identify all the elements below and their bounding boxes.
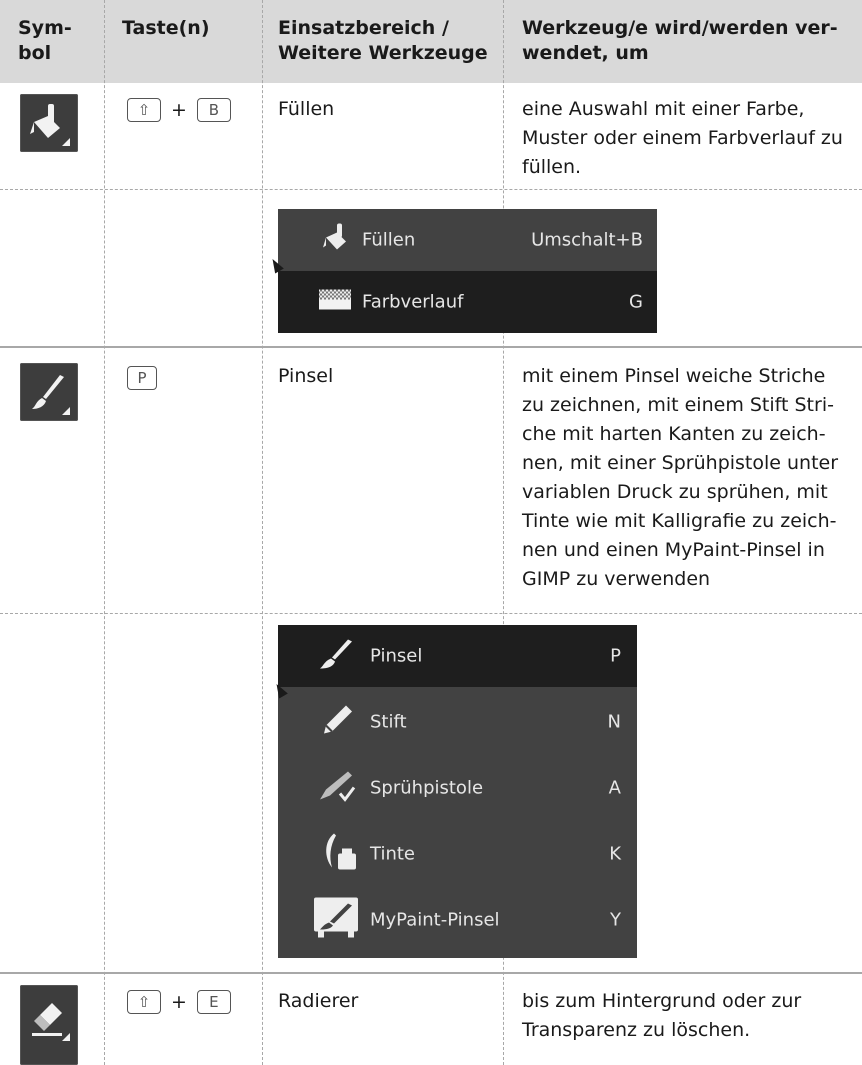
menu-label: Farbverlauf (362, 291, 464, 313)
menu-label: Sprühpistole (370, 777, 484, 799)
shortcut-keys-fill: ⇧ + B (127, 98, 231, 122)
area-brush: Pinsel (278, 365, 334, 387)
gradient-icon (318, 288, 352, 317)
menu-item-mypaint[interactable]: MyPaint-Pinsel Y (278, 889, 637, 951)
row-divider (0, 972, 862, 974)
description-brush: mit einem Pinsel weiche Striche zu zeichn… (522, 365, 839, 590)
menu-item-fill[interactable]: Füllen Umschalt+B (278, 209, 657, 271)
paintbrush-icon (318, 636, 354, 677)
airbrush-icon (318, 768, 358, 809)
menu-shortcut: Y (610, 909, 621, 931)
shortcut-keys-eraser: ⇧ + E (127, 990, 231, 1014)
area-fill: Füllen (278, 98, 335, 120)
e-key: E (196, 990, 231, 1014)
header-area: Einsatzbereich / Weitere Werkzeuge (278, 17, 488, 64)
eraser-icon (20, 985, 78, 1065)
bucket-fill-icon (322, 222, 352, 259)
menu-shortcut: K (609, 843, 621, 865)
table-header: Sym-bol Taste(n) Einsatzbereich / Weitere… (0, 0, 862, 83)
row-divider (0, 613, 862, 614)
mypaint-brush-icon (312, 896, 360, 945)
menu-label: MyPaint-Pinsel (370, 909, 500, 931)
ink-icon (320, 832, 360, 877)
header-description: Werkzeug/e wird/werden ver-wendet, um (522, 17, 838, 64)
shift-key: ⇧ (127, 98, 161, 122)
header-symbol: Sym-bol (18, 17, 72, 64)
menu-item-gradient[interactable]: Farbverlauf G (278, 271, 657, 333)
bucket-fill-icon (20, 94, 78, 152)
fill-tool-menu: Füllen Umschalt+B Farbverlauf G (278, 209, 657, 333)
b-key: B (196, 98, 231, 122)
menu-shortcut: A (608, 777, 621, 799)
menu-label: Tinte (370, 843, 415, 865)
row-divider (0, 189, 862, 190)
header-keys: Taste(n) (122, 17, 210, 39)
tool-table: Sym-bol Taste(n) Einsatzbereich / Weitere… (0, 0, 862, 1065)
p-key: P (127, 366, 157, 390)
menu-shortcut: Umschalt+B (531, 229, 643, 251)
menu-label: Stift (370, 711, 407, 733)
paintbrush-icon (20, 363, 78, 421)
menu-item-airbrush[interactable]: Sprühpistole A (278, 757, 637, 819)
menu-shortcut: N (607, 711, 621, 733)
pencil-icon (320, 702, 356, 743)
menu-item-ink[interactable]: Tinte K (278, 823, 637, 885)
menu-shortcut: P (610, 645, 621, 667)
column-divider (104, 0, 105, 1065)
area-eraser: Radierer (278, 990, 359, 1012)
menu-item-pencil[interactable]: Stift N (278, 691, 637, 753)
column-divider (262, 0, 263, 1065)
menu-label: Füllen (362, 229, 416, 251)
shortcut-keys-brush: P (127, 366, 157, 390)
row-divider (0, 346, 862, 348)
description-fill: eine Auswahl mit einer Farbe, Muster oder… (522, 98, 843, 178)
shift-key: ⇧ (127, 990, 161, 1014)
menu-label: Pinsel (370, 645, 423, 667)
description-eraser: bis zum Hintergrund oder zur Transparenz … (522, 990, 802, 1041)
brush-tool-menu: Pinsel P Stift N Sprühpistole A Tinte K … (278, 625, 637, 958)
menu-shortcut: G (629, 291, 643, 313)
plus-sign: + (171, 99, 187, 121)
menu-item-brush[interactable]: Pinsel P (278, 625, 637, 687)
plus-sign: + (171, 991, 187, 1013)
